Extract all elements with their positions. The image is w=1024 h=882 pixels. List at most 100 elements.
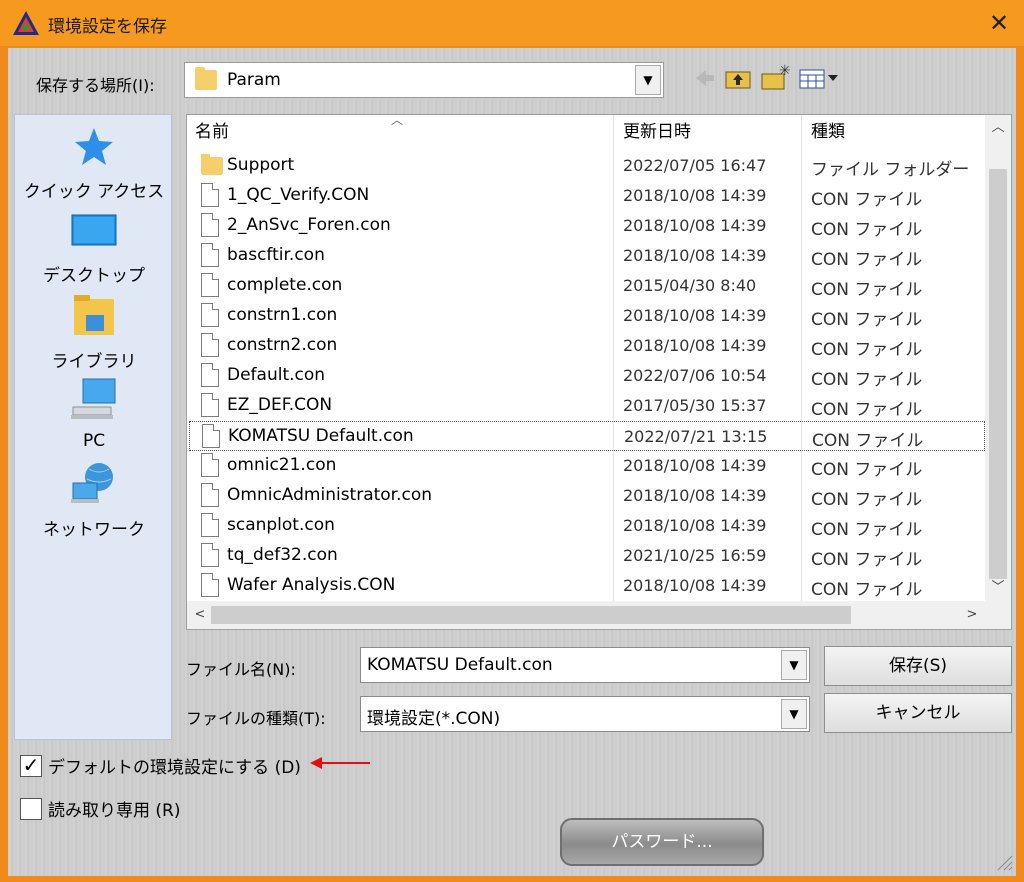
file-date: 2018/10/08 14:39 [623, 336, 767, 355]
readonly-label: 読み取り専用 (R) [48, 801, 181, 821]
file-row[interactable]: 2_AnSvc_Foren.con 2018/10/08 14:39 CON ファイ… [189, 211, 985, 241]
file-icon [202, 424, 220, 448]
column-header-date[interactable]: 更新日時 [615, 115, 803, 149]
file-type: CON ファイル [811, 490, 923, 510]
chevron-down-icon[interactable]: ▼ [635, 65, 661, 95]
scroll-right-icon[interactable]: > [959, 602, 985, 628]
file-date: 2022/07/06 10:54 [623, 366, 767, 385]
chevron-down-icon[interactable]: ▼ [781, 699, 807, 729]
file-name: omnic21.con [227, 455, 337, 475]
cancel-button[interactable]: キャンセル [824, 693, 1012, 733]
places-bar: クイック アクセス デスクトップ ライブラリ PC ネットワーク [14, 114, 172, 740]
file-type: CON ファイル [811, 340, 923, 360]
file-name: Support [227, 155, 295, 175]
column-header-type[interactable]: 種類 [803, 115, 983, 149]
file-name: constrn1.con [227, 305, 338, 325]
file-date: 2018/10/08 14:39 [623, 246, 767, 265]
filename-input[interactable]: KOMATSU Default.con ▼ [360, 647, 810, 683]
star-icon [75, 128, 113, 165]
file-type: CON ファイル [811, 580, 923, 600]
horizontal-scroll-thumb[interactable] [211, 606, 851, 624]
filetype-select[interactable]: 環境設定(*.CON) ▼ [360, 696, 810, 732]
file-name: tq_def32.con [227, 545, 338, 565]
chevron-down-icon[interactable]: ▼ [781, 650, 807, 680]
file-date: 2018/10/08 14:39 [623, 456, 767, 475]
file-type: CON ファイル [811, 280, 923, 300]
save-location-value: Param [227, 70, 281, 90]
place-pc[interactable]: PC [15, 377, 173, 451]
title-bar: 環境設定を保存 ✕ [0, 0, 1024, 46]
up-folder-icon[interactable] [724, 64, 752, 92]
file-date: 2018/10/08 14:39 [623, 516, 767, 535]
file-row[interactable]: EZ_DEF.CON 2017/05/30 15:37 CON ファイル [189, 391, 985, 421]
file-icon [201, 573, 219, 597]
file-name: OmnicAdministrator.con [227, 485, 433, 505]
file-date: 2018/10/08 14:39 [623, 576, 767, 595]
file-row[interactable]: KOMATSU Default.con 2022/07/21 13:15 CON フ… [189, 421, 985, 451]
file-name: 2_AnSvc_Foren.con [227, 215, 391, 235]
file-row[interactable]: OmnicAdministrator.con 2018/10/08 14:39 CO… [189, 481, 985, 511]
file-name: complete.con [227, 275, 343, 295]
file-row[interactable]: scanplot.con 2018/10/08 14:39 CON ファイル [189, 511, 985, 541]
network-icon [71, 463, 113, 503]
file-row[interactable]: Support 2022/07/05 16:47 ファイル フォルダー [189, 151, 985, 181]
filetype-value: 環境設定(*.CON) [367, 709, 501, 729]
file-row[interactable]: constrn1.con 2018/10/08 14:39 CON ファイル [189, 301, 985, 331]
new-folder-icon[interactable]: ✳ [760, 64, 790, 92]
resize-grip-icon[interactable] [994, 852, 1014, 872]
close-icon[interactable]: ✕ [980, 4, 1018, 42]
file-row[interactable]: omnic21.con 2018/10/08 14:39 CON ファイル [189, 451, 985, 481]
svg-text:✳: ✳ [779, 64, 790, 79]
file-name: Default.con [227, 365, 326, 385]
vertical-scroll-thumb[interactable] [989, 169, 1007, 579]
save-location-label: 保存する場所(I): [36, 76, 155, 95]
place-label: ライブラリ [51, 352, 137, 372]
filetype-label: ファイルの種類(T): [186, 709, 326, 728]
file-row[interactable]: complete.con 2015/04/30 8:40 CON ファイル [189, 271, 985, 301]
place-network[interactable]: ネットワーク [15, 459, 173, 540]
place-library[interactable]: ライブラリ [15, 293, 173, 372]
file-date: 2022/07/05 16:47 [623, 156, 767, 175]
back-arrow-icon[interactable] [694, 64, 716, 92]
save-location-combo[interactable]: Param ▼ [184, 62, 664, 98]
horizontal-scrollbar[interactable]: < > [187, 601, 985, 629]
password-button[interactable]: パスワード... [560, 818, 764, 866]
file-type: CON ファイル [811, 460, 923, 480]
file-name: 1_QC_Verify.CON [227, 185, 370, 205]
file-date: 2021/10/25 16:59 [623, 546, 767, 565]
file-row[interactable]: tq_def32.con 2021/10/25 16:59 CON ファイル [189, 541, 985, 571]
file-type: CON ファイル [811, 250, 923, 270]
default-settings-checkbox[interactable]: ✓ [20, 755, 42, 777]
place-label: デスクトップ [43, 266, 145, 286]
checkmark-icon: ✓ [22, 753, 40, 777]
place-desktop[interactable]: デスクトップ [15, 209, 173, 286]
view-menu-icon[interactable] [798, 64, 840, 92]
readonly-checkbox[interactable] [20, 798, 42, 820]
app-icon [13, 11, 39, 35]
file-row[interactable]: constrn2.con 2018/10/08 14:39 CON ファイル [189, 331, 985, 361]
file-icon [201, 363, 219, 387]
scroll-left-icon[interactable]: < [187, 602, 213, 628]
library-icon [74, 295, 114, 335]
scroll-down-icon[interactable]: ﹀ [985, 575, 1011, 601]
file-name: bascftir.con [227, 245, 325, 265]
file-type: ファイル フォルダー [811, 160, 970, 180]
place-quick-access[interactable]: クイック アクセス [15, 125, 173, 202]
file-icon [201, 243, 219, 267]
file-row[interactable]: 1_QC_Verify.CON 2018/10/08 14:39 CON ファイル [189, 181, 985, 211]
file-row[interactable]: Default.con 2022/07/06 10:54 CON ファイル [189, 361, 985, 391]
file-type: CON ファイル [811, 400, 923, 420]
save-button[interactable]: 保存(S) [824, 646, 1012, 686]
file-row[interactable]: Wafer Analysis.CON 2018/10/08 14:39 CON ファ… [189, 571, 985, 601]
file-icon [201, 333, 219, 357]
column-header-name[interactable]: 名前 [187, 115, 613, 149]
scroll-up-icon[interactable]: ︿ [985, 115, 1011, 141]
window-title: 環境設定を保存 [48, 17, 167, 37]
vertical-scrollbar[interactable]: ︿ ﹀ [985, 115, 1011, 601]
scroll-corner [985, 601, 1011, 629]
file-date: 2018/10/08 14:39 [623, 216, 767, 235]
place-label: ネットワーク [43, 520, 145, 540]
annotation-arrow-icon [310, 757, 370, 769]
file-row[interactable]: bascftir.con 2018/10/08 14:39 CON ファイル [189, 241, 985, 271]
save-settings-dialog: 環境設定を保存 ✕ 保存する場所(I): Param ▼ ✳ クイック アクセス [0, 0, 1024, 882]
